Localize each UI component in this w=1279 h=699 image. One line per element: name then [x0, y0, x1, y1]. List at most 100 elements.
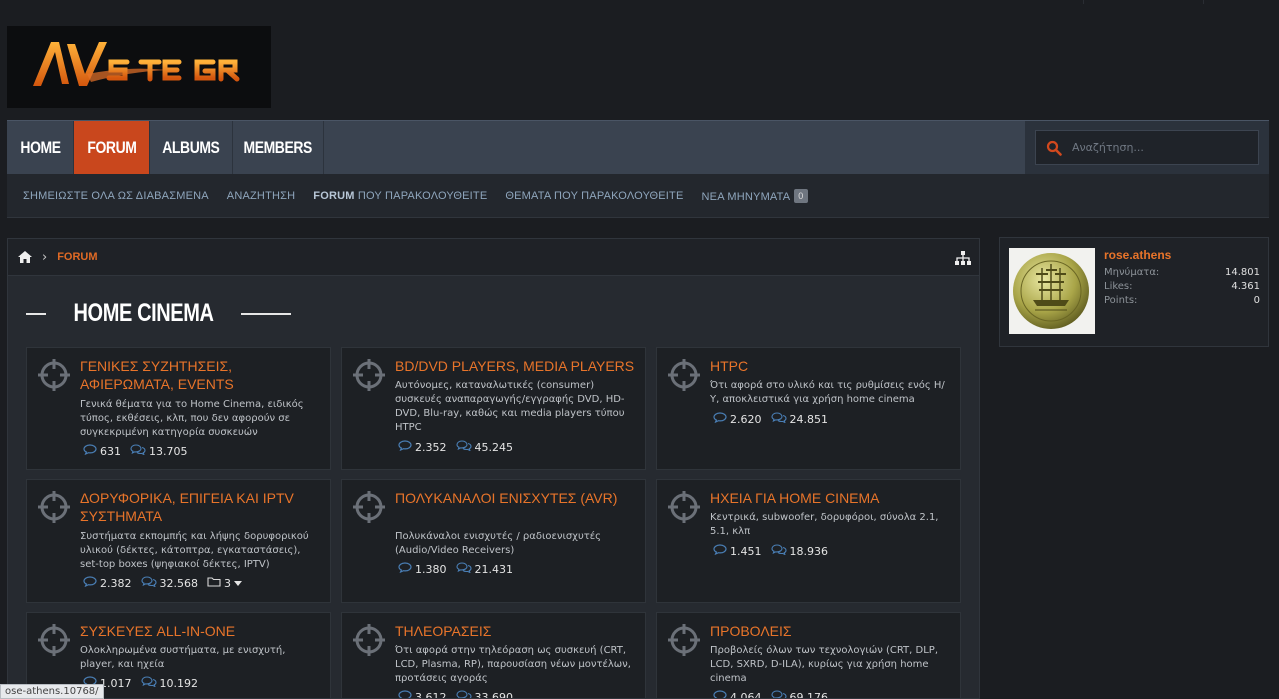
watched-threads-link[interactable]: ΘΕΜΑΤΑ ΠΟΥ ΠΑΡΑΚΟΛΟΥΘΕΙΤΕ	[505, 190, 683, 202]
messages-count: 33.690	[474, 690, 514, 699]
user-stat-messages: Μηνύματα: 14.801	[1104, 267, 1260, 278]
forum-title[interactable]: ΣΥΣΚΕΥΕΣ ALL-IN-ONE	[80, 622, 322, 640]
forum-stats: 3.612 33.690	[398, 690, 522, 699]
tab-home-label: HOME	[19, 137, 61, 157]
crosshair-icon	[37, 490, 71, 528]
site-logo[interactable]	[7, 26, 271, 108]
crosshair-icon	[352, 358, 386, 396]
tab-forum[interactable]: FORUM	[74, 121, 150, 174]
forum-title[interactable]: ΓΕΝΙΚΕΣ ΣΥΖΗΤΗΣΕΙΣ, ΑΦΙΕΡΩΜΑΤΑ, EVENTS	[80, 357, 322, 393]
threads-count: 4.064	[730, 690, 762, 699]
messages-count: 24.851	[789, 412, 829, 426]
forum-stats: 2.620 24.851	[713, 412, 837, 426]
subforums-count[interactable]: 3	[224, 577, 231, 590]
forum-description: Ότι αφορά στην τηλεόραση ως συσκευή (CRT…	[395, 645, 631, 684]
search-area: Αναζήτηση...	[1025, 121, 1269, 174]
forum-title[interactable]: ΤΗΛΕΟΡΑΣΕΙΣ	[395, 622, 637, 640]
crosshair-icon	[667, 490, 701, 528]
forum-card[interactable]: BD/DVD PLAYERS, MEDIA PLAYERS Αυτόνομες,…	[341, 347, 646, 470]
logo-graphic	[33, 42, 240, 86]
threads-icon	[83, 444, 97, 458]
messages-count: 69.176	[789, 690, 829, 699]
forum-description: Αυτόνομες, καταναλωτικές (consumer) συσκ…	[395, 380, 625, 433]
coin-avatar-image	[1009, 248, 1095, 334]
new-posts-link[interactable]: ΝΕΑ ΜΗΝΥΜΑΤΑ 0	[702, 188, 808, 203]
messages-count: 32.568	[159, 576, 199, 590]
watched-forums-link[interactable]: FORUM ΠΟΥ ΠΑΡΑΚΟΛΟΥΘΕΙΤΕ	[313, 190, 487, 202]
forum-list-panel: › FORUM HOME CINEMA ΓΕΝΙΚΕΣ ΣΥΖΗΤΗΣΕΙΣ, …	[7, 238, 980, 699]
top-strip-segment[interactable]	[1203, 0, 1237, 4]
threads-count: 2.620	[730, 412, 762, 426]
home-icon[interactable]	[18, 248, 32, 267]
breadcrumb-separator: ›	[42, 249, 48, 265]
tab-albums[interactable]: ALBUMS	[150, 121, 233, 174]
forum-stats: 1.380 21.431	[398, 562, 522, 576]
subforums-icon[interactable]	[207, 576, 221, 590]
forum-title[interactable]: ΗΧΕΙΑ ΓΙΑ HOME CINEMA	[710, 489, 952, 507]
messages-count: 21.431	[474, 562, 514, 576]
username[interactable]: rose.athens	[1104, 248, 1171, 262]
tab-albums-label: ALBUMS	[162, 137, 220, 157]
forum-stats: 631 13.705	[83, 444, 197, 458]
threads-count: 1.380	[415, 562, 447, 576]
top-strip	[0, 0, 1279, 6]
search-link[interactable]: ΑΝΑΖΗΤΗΣΗ	[227, 190, 296, 202]
forum-stats: 2.352 45.245	[398, 440, 522, 454]
crosshair-icon	[37, 358, 71, 396]
forum-description: Ολοκληρωμένα συστήματα, με ενισχυτή, pla…	[80, 645, 286, 670]
threads-icon	[398, 440, 412, 454]
search-input[interactable]: Αναζήτηση...	[1035, 130, 1259, 165]
user-info-box: rose.athens Μηνύματα: 14.801 Likes: 4.361 …	[999, 237, 1269, 347]
tab-home[interactable]: HOME	[7, 121, 74, 174]
forum-title[interactable]: ΔΟΡΥΦΟΡΙΚΑ, ΕΠΙΓΕΙΑ ΚΑΙ IPTV ΣΥΣΤΗΜΑΤΑ	[80, 489, 322, 525]
messages-icon	[770, 412, 787, 426]
forum-card[interactable]: ΠΟΛΥΚΑΝΑΛΟΙ ΕΝΙΣΧΥΤΕΣ (AVR) Πολυκάναλοι …	[341, 479, 646, 603]
sitemap-icon[interactable]	[955, 250, 971, 269]
messages-icon	[770, 690, 787, 698]
forum-card[interactable]: ΓΕΝΙΚΕΣ ΣΥΖΗΤΗΣΕΙΣ, ΑΦΙΕΡΩΜΑΤΑ, EVENTS Γ…	[26, 347, 331, 470]
threads-icon	[83, 576, 97, 590]
stat-label: Μηνύματα:	[1104, 267, 1160, 278]
breadcrumb-forum[interactable]: FORUM	[57, 251, 97, 263]
messages-count: 10.192	[159, 676, 199, 690]
crosshair-icon	[352, 490, 386, 528]
threads-icon	[398, 562, 412, 576]
threads-icon	[398, 690, 412, 698]
avatar[interactable]	[1009, 248, 1095, 334]
stat-value[interactable]: 14.801	[1225, 267, 1260, 278]
stat-value[interactable]: 4.361	[1231, 281, 1260, 292]
mark-all-read-link[interactable]: ΣΗΜΕΙΩΣΤΕ ΟΛΑ ΩΣ ΔΙΑΒΑΣΜΕΝΑ	[23, 190, 209, 202]
forum-title[interactable]: BD/DVD PLAYERS, MEDIA PLAYERS	[395, 357, 637, 375]
stat-label: Likes:	[1104, 281, 1133, 292]
forum-title[interactable]: HTPC	[710, 357, 952, 375]
title-rule-right	[241, 312, 292, 315]
messages-icon	[455, 440, 472, 454]
search-placeholder: Αναζήτηση...	[1072, 141, 1144, 154]
category-title: HOME CINEMA	[26, 299, 292, 328]
messages-icon	[455, 690, 472, 698]
forum-description: Συστήματα εκπομπής και λήψης δορυφορικού…	[80, 531, 309, 570]
top-strip-segment[interactable]	[1083, 0, 1203, 4]
forum-card[interactable]: ΠΡΟΒΟΛΕΙΣ Προβολείς όλων των τεχνολογιών…	[656, 612, 961, 699]
forum-card[interactable]: ΗΧΕΙΑ ΓΙΑ HOME CINEMA Κεντρικά, subwoofe…	[656, 479, 961, 603]
forum-title[interactable]: ΠΟΛΥΚΑΝΑΛΟΙ ΕΝΙΣΧΥΤΕΣ (AVR)	[395, 489, 637, 507]
forum-stats: 1.451 18.936	[713, 544, 837, 558]
forum-title[interactable]: ΠΡΟΒΟΛΕΙΣ	[710, 622, 952, 640]
sub-nav: ΣΗΜΕΙΩΣΤΕ ΟΛΑ ΩΣ ΔΙΑΒΑΣΜΕΝΑ ΑΝΑΖΗΤΗΣΗ FO…	[7, 174, 1269, 218]
forum-card[interactable]: HTPC Ότι αφορά στο υλικό και τις ρυθμίσε…	[656, 347, 961, 470]
forum-stats: 4.064 69.176	[713, 690, 837, 699]
tab-members-label: MEMBERS	[243, 137, 313, 157]
main-nav: HOME FORUM ALBUMS MEMBERS Αναζήτηση...	[7, 120, 1269, 174]
chevron-down-icon[interactable]	[234, 577, 242, 590]
forum-stats: 2.382 32.568 3	[83, 576, 242, 590]
tab-members[interactable]: MEMBERS	[233, 121, 324, 174]
new-posts-badge: 0	[794, 188, 808, 203]
stat-value[interactable]: 0	[1254, 295, 1260, 306]
forum-card[interactable]: ΔΟΡΥΦΟΡΙΚΑ, ΕΠΙΓΕΙΑ ΚΑΙ IPTV ΣΥΣΤΗΜΑΤΑ Σ…	[26, 479, 331, 603]
category-title-text[interactable]: HOME CINEMA	[74, 299, 214, 328]
messages-icon	[140, 676, 157, 690]
forum-card[interactable]: ΤΗΛΕΟΡΑΣΕΙΣ Ότι αφορά στην τηλεόραση ως …	[341, 612, 646, 699]
threads-count: 3.612	[415, 690, 447, 699]
watched-forums-bold: FORUM	[313, 189, 355, 202]
crosshair-icon	[352, 623, 386, 661]
